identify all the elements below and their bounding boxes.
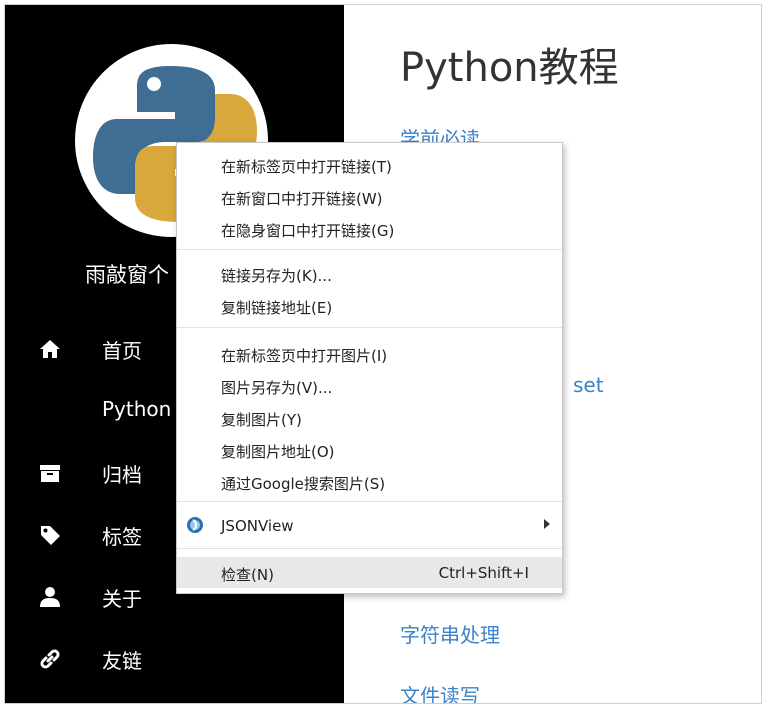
menu-jsonview[interactable]: JSONView <box>177 510 562 541</box>
menu-item-label: 在新标签页中打开链接(T) <box>221 158 392 176</box>
browser-viewport: 雨敲窗个 首页 Python 归档 标签 关于 友链 Python教程 学前必读… <box>4 4 762 704</box>
archive-icon <box>38 461 62 485</box>
menu-copy-image-address[interactable]: 复制图片地址(O) <box>177 434 562 465</box>
menu-item-label: 在隐身窗口中打开链接(G) <box>221 222 395 240</box>
menu-item-label: JSONView <box>221 517 294 535</box>
site-name: 雨敲窗个 <box>85 263 169 287</box>
menu-item-label: 复制链接地址(E) <box>221 299 333 317</box>
menu-item-label: 图片另存为(V)... <box>221 379 333 397</box>
nav-item-label: 归档 <box>102 463 142 487</box>
page-title: Python教程 <box>400 45 619 91</box>
menu-open-link-new-window[interactable]: 在新窗口中打开链接(W) <box>177 181 562 212</box>
menu-open-link-incognito[interactable]: 在隐身窗口中打开链接(G) <box>177 213 562 244</box>
link-icon <box>38 647 62 671</box>
menu-separator <box>177 501 562 502</box>
tag-icon <box>38 523 62 547</box>
link-file-io[interactable]: 文件读写 <box>400 680 480 703</box>
menu-shortcut: Ctrl+Shift+I <box>438 564 529 582</box>
nav-item-label: 首页 <box>102 339 142 363</box>
menu-copy-link-address[interactable]: 复制链接地址(E) <box>177 290 562 321</box>
link-set[interactable]: set <box>573 373 604 397</box>
menu-item-label: 链接另存为(K)... <box>221 267 332 285</box>
menu-item-label: 复制图片地址(O) <box>221 443 335 461</box>
menu-item-label: 复制图片(Y) <box>221 411 302 429</box>
menu-item-label: 通过Google搜索图片(S) <box>221 475 386 493</box>
user-icon <box>38 585 62 609</box>
nav-item-label: 友链 <box>102 649 142 673</box>
jsonview-icon <box>186 516 204 534</box>
menu-save-link-as[interactable]: 链接另存为(K)... <box>177 258 562 289</box>
nav-item-label: 关于 <box>102 587 142 611</box>
menu-search-image-google[interactable]: 通过Google搜索图片(S) <box>177 466 562 497</box>
context-menu: 在新标签页中打开链接(T) 在新窗口中打开链接(W) 在隐身窗口中打开链接(G)… <box>176 142 563 594</box>
menu-separator <box>177 249 562 250</box>
menu-inspect[interactable]: 检查(N) Ctrl+Shift+I <box>177 557 562 588</box>
menu-separator <box>177 548 562 549</box>
link-string-processing[interactable]: 字符串处理 <box>400 619 500 648</box>
menu-separator <box>177 327 562 328</box>
submenu-arrow-icon <box>544 519 550 529</box>
nav-item-friend-links[interactable]: 友链 <box>5 634 344 684</box>
menu-open-link-new-tab[interactable]: 在新标签页中打开链接(T) <box>177 149 562 180</box>
menu-open-image-new-tab[interactable]: 在新标签页中打开图片(I) <box>177 338 562 369</box>
menu-item-label: 在新标签页中打开图片(I) <box>221 347 388 365</box>
menu-item-label: 在新窗口中打开链接(W) <box>221 190 383 208</box>
menu-save-image-as[interactable]: 图片另存为(V)... <box>177 370 562 401</box>
menu-item-label: 检查(N) <box>221 566 274 584</box>
nav-item-label: Python <box>102 397 172 421</box>
nav-item-label: 标签 <box>102 525 142 549</box>
home-icon <box>38 337 62 361</box>
menu-copy-image[interactable]: 复制图片(Y) <box>177 402 562 433</box>
